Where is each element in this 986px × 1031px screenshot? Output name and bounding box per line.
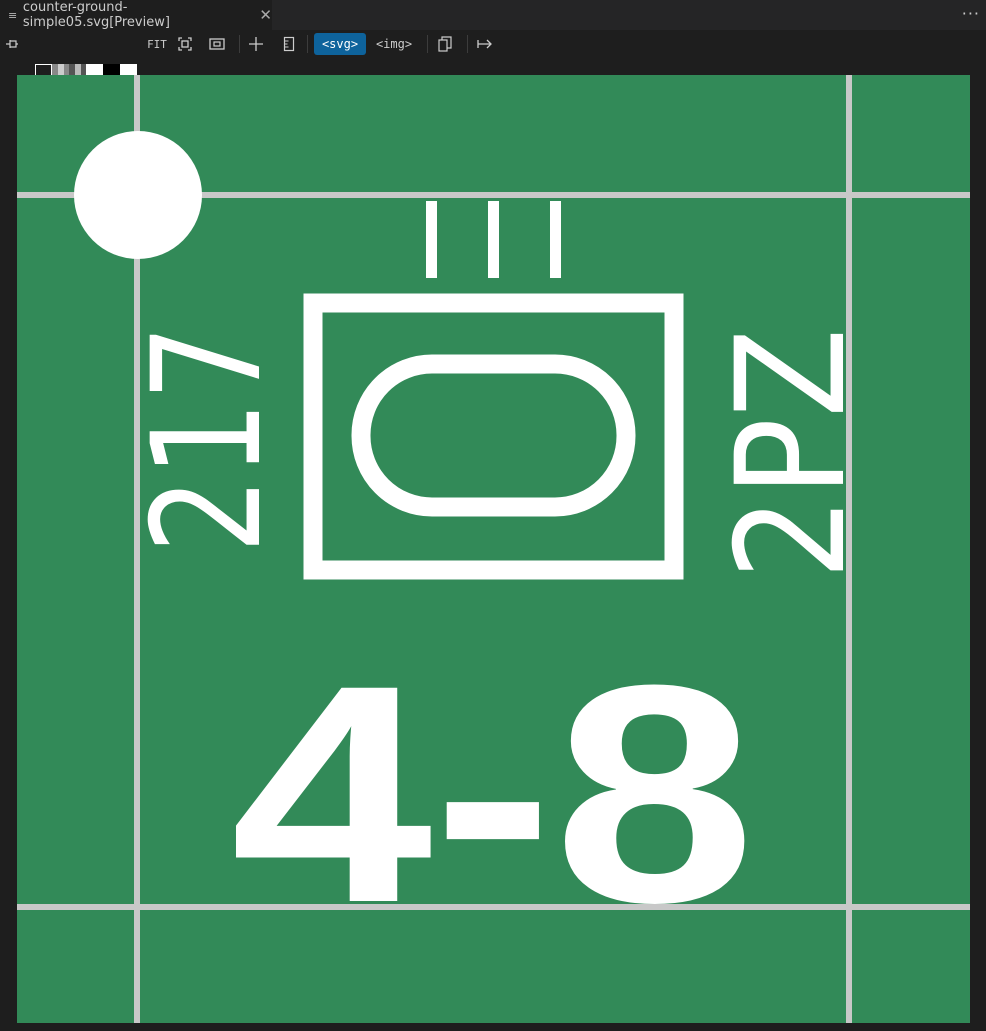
combat-movement-values: 4-8: [231, 620, 756, 967]
toolbar-separator: [307, 35, 308, 53]
tab-title: counter-ground-simple05.svg[Preview]: [22, 0, 170, 30]
copy-icon[interactable]: [434, 33, 456, 55]
more-actions-icon[interactable]: ···: [962, 4, 980, 23]
ruler-icon[interactable]: [278, 33, 300, 55]
toolbar-separator: [467, 35, 468, 53]
size-pip: [550, 201, 561, 278]
formation-label: 2PZ: [705, 328, 879, 580]
counter-svg: 217 2PZ 4-8: [17, 75, 970, 1023]
preview-toolbar: FIT <svg> <img>: [0, 30, 986, 81]
tab-bar: ≡ counter-ground-simple05.svg[Preview] ✕…: [0, 0, 986, 30]
actual-size-icon[interactable]: [205, 33, 229, 55]
zoom-fit-icon[interactable]: [174, 33, 196, 55]
fit-button[interactable]: FIT: [144, 33, 170, 55]
corner-dot: [74, 131, 202, 259]
file-icon: ≡: [8, 8, 18, 22]
toolbar-separator: [427, 35, 428, 53]
bottom-bar: [0, 1023, 986, 1031]
export-arrow-icon[interactable]: [474, 33, 496, 55]
toolbar-separator: [239, 35, 240, 53]
unit-id-label: 217: [121, 325, 295, 554]
pin-icon[interactable]: [2, 33, 22, 55]
close-icon[interactable]: ✕: [259, 6, 272, 24]
size-pip: [426, 201, 437, 278]
size-pip: [488, 201, 499, 278]
svg-mode-button[interactable]: <svg>: [314, 33, 366, 55]
svg-preview: 217 2PZ 4-8: [17, 75, 970, 1023]
crosshair-icon[interactable]: [245, 33, 267, 55]
editor-tab[interactable]: ≡ counter-ground-simple05.svg[Preview] ✕: [0, 0, 272, 30]
img-mode-button[interactable]: <img>: [369, 33, 419, 55]
